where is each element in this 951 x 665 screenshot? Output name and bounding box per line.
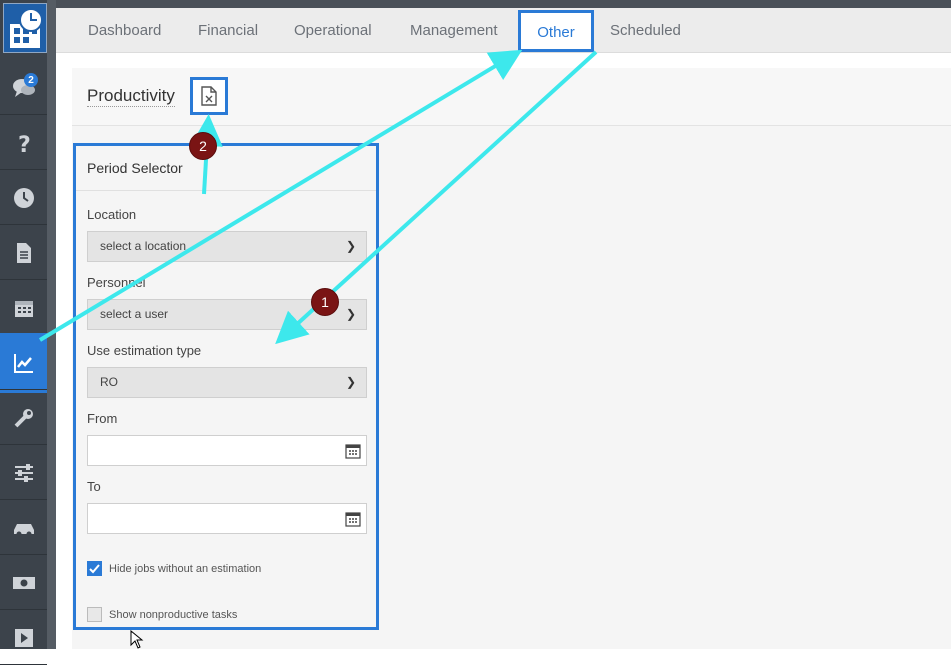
personnel-label: Personnel (87, 275, 146, 290)
svg-text:?: ? (18, 133, 31, 155)
sidebar-item-help[interactable]: ? (0, 116, 47, 170)
hide-jobs-checkbox[interactable] (87, 561, 102, 576)
tab-other[interactable]: Other (518, 10, 594, 52)
show-nonproductive-checkbox-row[interactable]: Show nonproductive tasks (87, 607, 237, 622)
location-label: Location (87, 207, 137, 222)
estimation-type-value: RO (100, 375, 118, 389)
sliders-icon (14, 463, 33, 482)
tab-scheduled[interactable]: Scheduled (610, 8, 681, 53)
tab-operational[interactable]: Operational (294, 8, 372, 53)
estimation-type-select[interactable]: RO ❯ (87, 367, 367, 398)
car-icon (13, 523, 34, 536)
calendar-icon (14, 300, 33, 317)
page-title: Productivity (87, 86, 175, 107)
sidebar: 2 ? (0, 0, 50, 665)
location-select[interactable]: select a location ❯ (87, 231, 367, 262)
personnel-select-value: select a user (100, 307, 169, 321)
sidebar-item-chat[interactable]: 2 (0, 61, 47, 115)
to-date-input[interactable] (87, 503, 367, 534)
chevron-down-icon: ❯ (345, 307, 356, 321)
sidebar-item-tools[interactable] (0, 391, 47, 445)
money-icon (12, 576, 35, 589)
chat-badge: 2 (24, 73, 38, 87)
sidebar-edge (47, 0, 56, 649)
sidebar-item-finance[interactable] (0, 556, 47, 610)
show-nonproductive-checkbox[interactable] (87, 607, 102, 622)
export-button[interactable] (190, 77, 228, 115)
period-selector-panel: Period Selector Location select a locati… (73, 143, 379, 630)
help-icon: ? (18, 133, 31, 155)
chart-icon (13, 353, 33, 373)
to-label: To (87, 479, 101, 494)
hide-jobs-checkbox-row[interactable]: Hide jobs without an estimation (87, 561, 261, 576)
document-icon (16, 242, 31, 263)
sidebar-item-clock[interactable] (0, 171, 47, 225)
calendar-icon[interactable] (345, 511, 361, 527)
chevron-down-icon: ❯ (345, 375, 356, 389)
sidebar-item-calendar[interactable] (0, 281, 47, 335)
location-select-value: select a location (100, 239, 187, 253)
from-label: From (87, 411, 118, 426)
calendar-icon[interactable] (345, 443, 361, 459)
play-icon (14, 628, 33, 647)
sidebar-item-documents[interactable] (0, 226, 47, 280)
panel-header: Period Selector (76, 146, 376, 191)
checkmark-icon (89, 564, 100, 574)
panel-title: Period Selector (87, 160, 183, 176)
clock-icon (13, 187, 34, 208)
app-logo[interactable] (3, 3, 47, 53)
tab-financial[interactable]: Financial (198, 8, 258, 53)
top-bar (0, 0, 951, 8)
sidebar-item-vehicles[interactable] (0, 501, 47, 555)
sidebar-item-expand[interactable] (0, 611, 47, 665)
tab-management[interactable]: Management (410, 8, 498, 53)
mouse-cursor-icon (130, 630, 144, 649)
callout-marker-2: 2 (189, 132, 217, 160)
from-date-input[interactable] (87, 435, 367, 466)
export-document-icon (201, 86, 217, 106)
show-nonproductive-label: Show nonproductive tasks (109, 608, 238, 621)
wrench-icon (14, 408, 33, 427)
sidebar-item-reports[interactable] (0, 333, 50, 393)
tab-dashboard[interactable]: Dashboard (88, 8, 161, 53)
estimation-type-label: Use estimation type (87, 343, 202, 358)
callout-marker-1: 1 (311, 288, 339, 316)
report-tabs: Dashboard Financial Operational Manageme… (56, 8, 951, 53)
chevron-down-icon: ❯ (345, 239, 356, 253)
sidebar-item-settings[interactable] (0, 446, 47, 500)
hide-jobs-label: Hide jobs without an estimation (109, 562, 262, 575)
